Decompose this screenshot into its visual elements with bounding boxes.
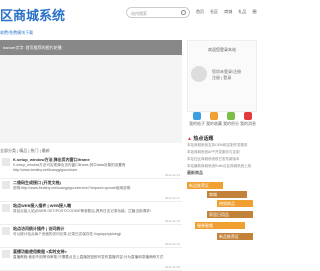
latest-title: 最新商品 [187, 170, 203, 175]
posts-icon [193, 112, 201, 120]
tree-node[interactable]: 家居日用品 [207, 211, 253, 218]
nav-item-community[interactable]: 社区 [210, 9, 218, 14]
tree-node[interactable]: 热销商品 [217, 200, 253, 207]
article-desc: K.setup_window方法可实现弹出页内窗口iframe,其中data对象… [13, 163, 126, 172]
section-tabs[interactable]: 全部分类 | 精品 | 热门 | 最新 [0, 148, 50, 154]
tree-node[interactable]: 商城 [207, 191, 247, 198]
hot-item[interactable]: 本站社区商城系统现已发布新版本 [187, 156, 257, 163]
article-list: K.setup_window方法,弹出页内窗口iframe K.setup_wi… [0, 156, 182, 271]
article-icon [2, 250, 10, 258]
list-item[interactable]: 站点WEB接入插件 | WEB接入端 将站点接入站点WEB GET/POST/C… [0, 202, 182, 225]
quick-link-posts[interactable]: 我的帖子 [189, 112, 205, 127]
article-desc: 可以统计站点每个页面的访问记录,记录日志保存在:/log/app/pjctong… [13, 232, 122, 236]
sub-link[interactable]: 收费/免费模块下载 [0, 30, 33, 36]
list-item[interactable]: 二维码生成接口 (开发文档) 说明:http://www.bedshy.net/… [0, 179, 182, 202]
article-icon [2, 158, 10, 166]
article-time: 2022-11-09 [164, 265, 180, 269]
article-icon [2, 227, 10, 235]
category-tree: 新品推荐区 商城 热销商品 家居日用品 服装鞋帽 新品推荐区 [187, 182, 257, 252]
avatar[interactable] [191, 66, 207, 82]
quick-links: 我的帖子 我的收藏 我的积分 我的消息 [187, 112, 257, 130]
banner-image[interactable] [0, 55, 182, 143]
article-icon [2, 181, 10, 189]
article-desc: 说明:http://www.bedshy.net/kuangyigou/serv… [13, 186, 131, 190]
article-time: 2022-11-17 [164, 196, 180, 200]
quick-link-messages[interactable]: 我的消息 [240, 112, 256, 127]
search-input[interactable]: 站内搜索 [126, 7, 190, 18]
article-icon [2, 204, 10, 212]
welcome-text: 欢迎您登录本站 [208, 47, 236, 52]
nav-item-circle[interactable]: 圈子 [253, 9, 258, 14]
hot-topics-title: ▲ 热点话题 [187, 136, 214, 142]
article-desc: 将站点接入站点WEB GET/POST/COOKIE等参数后,具有日志记录功能。… [13, 209, 151, 213]
hot-item[interactable]: 本站商城系统支持OEM和定制开发服务 [187, 142, 257, 149]
site-header: 区商城系统 站内搜索 首页 社区 商城 礼品 圈子 [0, 0, 257, 24]
login-links[interactable]: 注册 | 登录 [212, 75, 241, 81]
nav-item-home[interactable]: 首页 [196, 9, 204, 14]
search-icon[interactable] [181, 10, 186, 15]
hot-item[interactable]: 本站商城系统APP开发服务与定制 [187, 149, 257, 156]
site-logo[interactable]: 区商城系统 [0, 5, 65, 24]
list-item[interactable]: 直播功能使用教程 <实时支持> 直播教程:使用不用等待审核,只需要点击上直播按钮… [0, 248, 182, 271]
hot-item[interactable]: 本站最新商城系统Ruffs社区商城系统上线 [187, 163, 257, 170]
messages-icon [244, 112, 252, 120]
points-icon [227, 112, 235, 120]
list-item[interactable]: K.setup_window方法,弹出页内窗口iframe K.setup_wi… [0, 156, 182, 179]
favorites-icon [210, 112, 218, 120]
hot-topics-list: 本站商城系统支持OEM和定制开发服务 本站商城系统APP开发服务与定制 本站社区… [187, 142, 257, 170]
list-item[interactable]: 站点访问统计插件 | 访问统计 可以统计站点每个页面的访问记录,记录日志保存在:… [0, 225, 182, 248]
tree-node[interactable]: 新品推荐区 [217, 233, 253, 240]
article-desc: 直播教程:使用不用等待审核,只需要点击上直播按钮即可发布直播内容,分为直播和录播… [13, 255, 164, 259]
banner-caption[interactable]: banner文字: 首页推荐的图片轮播 [0, 40, 182, 55]
tree-node[interactable]: 新品推荐区 [187, 182, 223, 189]
user-panel: 欢迎您登录本站 您尚未登录/注册 注册 | 登录 [187, 40, 257, 112]
quick-link-favorites[interactable]: 我的收藏 [206, 112, 222, 127]
article-time: 2022-11-10 [164, 242, 180, 246]
article-time: 2022-11-13 [164, 219, 180, 223]
user-info: 您尚未登录/注册 注册 | 登录 [212, 69, 241, 81]
quick-link-points[interactable]: 我的积分 [223, 112, 239, 127]
page: 区商城系统 站内搜索 首页 社区 商城 礼品 圈子 收费/免费模块下载 bann… [0, 0, 257, 271]
search-placeholder: 站内搜索 [131, 11, 147, 16]
article-time: 2022-11-14 [164, 173, 180, 177]
nav-item-gifts[interactable]: 礼品 [238, 9, 246, 14]
nav-item-mall[interactable]: 商城 [224, 9, 232, 14]
tree-node[interactable]: 服装鞋帽 [195, 222, 245, 229]
top-nav: 首页 社区 商城 礼品 圈子 [196, 9, 257, 15]
